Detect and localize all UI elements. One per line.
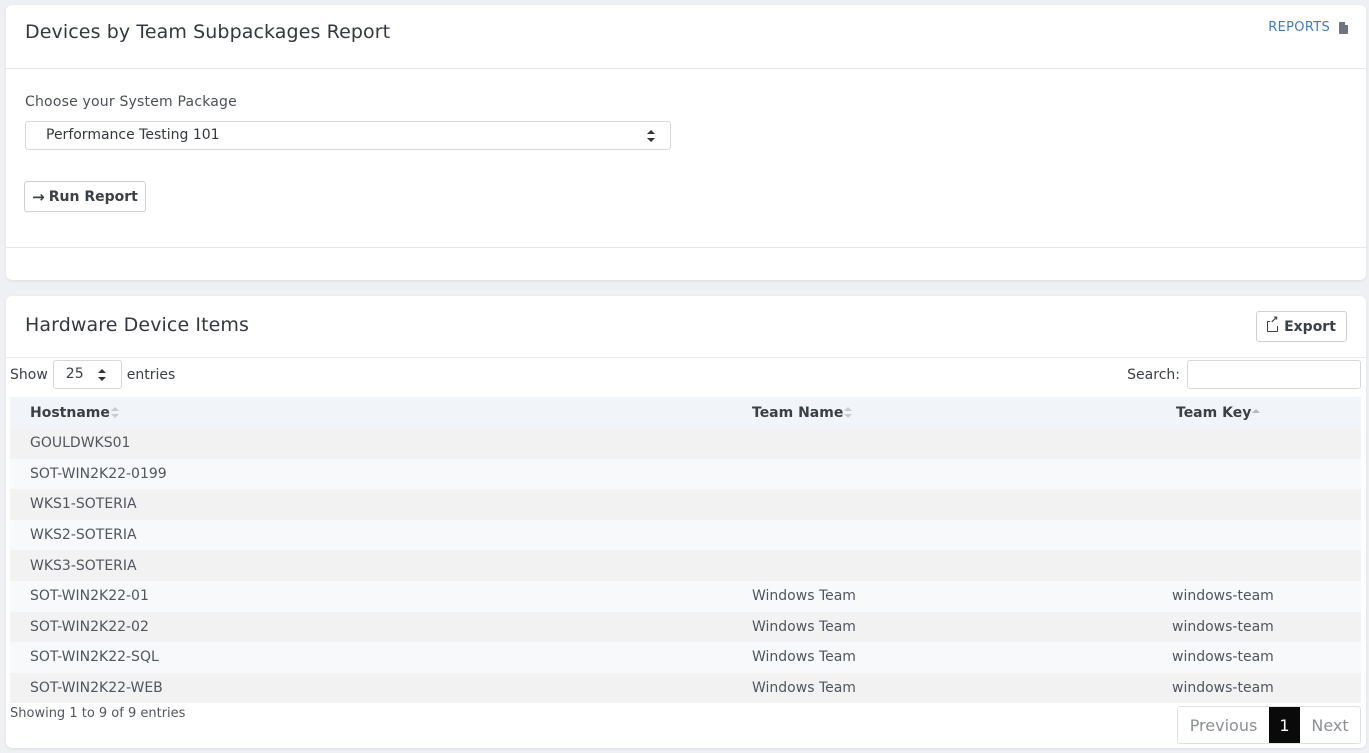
search-label: Search: — [1127, 366, 1180, 383]
entries-label: entries — [126, 366, 176, 383]
hostname-cell: WKS3-SOTERIA — [30, 557, 137, 574]
select-updown-icon — [97, 369, 106, 381]
hostname-cell: GOULDWKS01 — [30, 435, 131, 452]
table-row: SOT-WIN2K22-SQL Windows Team windows-team — [10, 642, 1361, 673]
team-name-cell: Windows Team — [752, 680, 856, 697]
team-name-cell: Windows Team — [752, 649, 856, 666]
page-length-value: 25 — [65, 366, 84, 382]
package-label: Choose your System Package — [25, 94, 237, 110]
column-header-team-name[interactable]: Team Name — [732, 397, 1156, 428]
table-row: GOULDWKS01 — [10, 428, 1361, 459]
page-title: Devices by Team Subpackages Report — [25, 21, 391, 43]
devices-card-header: Hardware Device Items Export — [6, 296, 1366, 358]
team-name-cell: Windows Team — [752, 618, 856, 635]
table-row: SOT-WIN2K22-0199 — [10, 458, 1361, 490]
reports-link-label[interactable]: REPORTS — [1268, 20, 1330, 35]
team-name-cell — [732, 520, 1156, 551]
table-body: GOULDWKS01 SOT-WIN2K22-0199 WKS1-SOTERIA WK… — [10, 428, 1361, 704]
run-report-button[interactable]: → Run Report — [24, 181, 146, 212]
team-key-cell: windows-team — [1172, 680, 1274, 697]
card-divider — [6, 247, 1366, 248]
export-button[interactable]: Export — [1256, 311, 1347, 342]
table-search: Search: — [1127, 360, 1361, 389]
table-row: SOT-WIN2K22-02 Windows Team windows-team — [10, 611, 1361, 643]
team-name-cell — [732, 428, 1156, 459]
page-length-control: Show 25 entries — [10, 360, 175, 389]
document-icon — [1339, 21, 1348, 34]
team-key-cell: windows-team — [1172, 588, 1274, 605]
team-key-cell — [1156, 520, 1361, 551]
devices-table: Hostname Team Name Team Key GOULDWKS01 SO… — [10, 397, 1361, 704]
pagination: Previous 1 Next — [1177, 706, 1361, 744]
column-header-team-key[interactable]: Team Key — [1156, 397, 1361, 428]
table-row: WKS1-SOTERIA — [10, 489, 1361, 520]
team-name-cell: Windows Team — [752, 588, 856, 605]
table-info: Showing 1 to 9 of 9 entries — [10, 706, 186, 721]
report-card: Devices by Team Subpackages Report REPOR… — [6, 5, 1366, 280]
hostname-cell: WKS2-SOTERIA — [30, 527, 137, 544]
sort-icon — [110, 406, 119, 419]
show-label: Show — [10, 366, 48, 383]
team-key-cell — [1156, 459, 1361, 490]
team-name-cell — [732, 459, 1156, 490]
sort-icon — [844, 406, 853, 419]
system-package-select[interactable]: Performance Testing 101 — [25, 121, 671, 150]
hostname-cell: SOT-WIN2K22-SQL — [30, 649, 159, 666]
table-row: WKS3-SOTERIA — [10, 550, 1361, 581]
team-key-cell: windows-team — [1172, 618, 1274, 635]
hostname-cell: SOT-WIN2K22-WEB — [30, 680, 163, 697]
page-1-button[interactable]: 1 — [1269, 707, 1300, 743]
team-name-cell — [732, 550, 1156, 581]
run-report-label: Run Report — [48, 188, 138, 205]
team-key-cell — [1156, 489, 1361, 520]
team-key-cell — [1156, 428, 1361, 459]
reports-link[interactable]: REPORTS — [1268, 20, 1348, 35]
external-link-icon — [1267, 316, 1279, 332]
team-key-cell — [1156, 550, 1361, 581]
report-card-header: Devices by Team Subpackages Report REPOR… — [6, 5, 1366, 69]
sort-asc-icon — [1252, 407, 1261, 419]
export-label: Export — [1284, 318, 1336, 335]
section-title: Hardware Device Items — [25, 314, 250, 336]
hostname-cell: WKS1-SOTERIA — [30, 496, 137, 513]
arrow-right-icon: → — [32, 187, 45, 206]
column-header-hostname[interactable]: Hostname — [10, 397, 732, 428]
devices-card: Hardware Device Items Export Show 25 ent… — [6, 296, 1366, 748]
hostname-cell: SOT-WIN2K22-0199 — [30, 465, 167, 482]
page-length-select[interactable]: 25 — [52, 360, 122, 389]
team-key-cell: windows-team — [1172, 649, 1274, 666]
search-input[interactable] — [1187, 360, 1361, 389]
table-header-row: Hostname Team Name Team Key — [10, 397, 1361, 428]
system-package-value: Performance Testing 101 — [46, 127, 220, 143]
table-row: SOT-WIN2K22-01 Windows Team windows-team — [10, 580, 1361, 612]
select-updown-icon — [647, 130, 655, 142]
hostname-cell: SOT-WIN2K22-01 — [30, 588, 149, 605]
next-page-button[interactable]: Next — [1300, 707, 1360, 743]
previous-page-button[interactable]: Previous — [1178, 707, 1269, 743]
hostname-cell: SOT-WIN2K22-02 — [30, 618, 149, 635]
table-row: SOT-WIN2K22-WEB Windows Team windows-team — [10, 672, 1361, 704]
team-name-cell — [732, 489, 1156, 520]
table-row: WKS2-SOTERIA — [10, 519, 1361, 551]
